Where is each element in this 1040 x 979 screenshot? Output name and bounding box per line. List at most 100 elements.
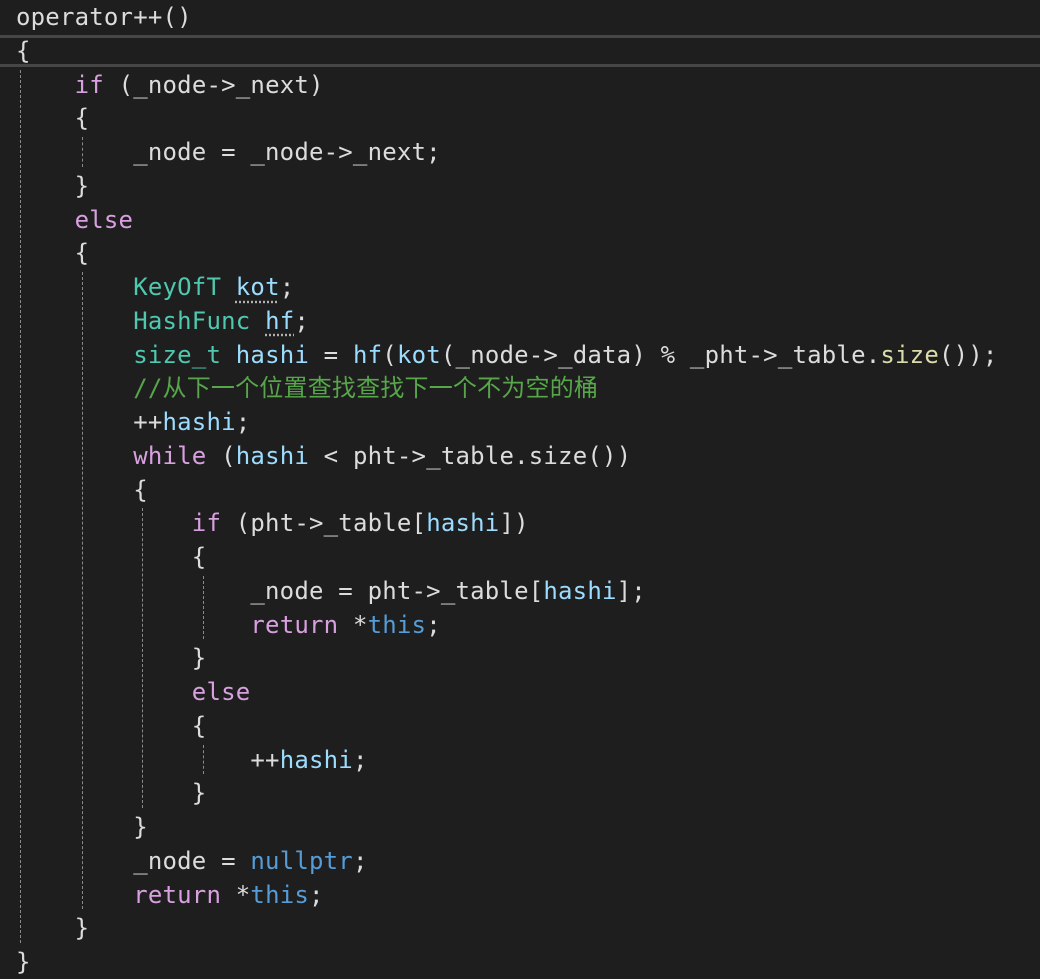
code-token: size_t (133, 340, 222, 369)
code-token: * (338, 610, 368, 639)
code-token: hashi (543, 576, 617, 605)
code-token: hashi (279, 745, 353, 774)
code-token: kot (235, 273, 280, 301)
code-token: ; (279, 273, 295, 301)
code-line[interactable]: } (16, 945, 31, 979)
code-token: hashi (235, 340, 310, 369)
code-token: ()); (938, 340, 998, 369)
code-token: = (309, 340, 353, 369)
code-token: return (250, 610, 339, 639)
code-line[interactable]: while (hashi < pht->_table.size()) (16, 439, 631, 473)
code-token: } (16, 644, 207, 673)
code-token: ]) (499, 509, 529, 538)
code-token: { (16, 36, 31, 65)
current-line-highlight (0, 35, 1040, 67)
code-token: ++ (16, 408, 163, 436)
code-token: } (16, 171, 90, 200)
code-line[interactable]: _node = _node->_next; (16, 135, 441, 169)
code-token: { (16, 475, 148, 504)
code-line[interactable]: { (16, 34, 31, 68)
code-token: ; (309, 880, 324, 909)
code-token: _node = _node->_next; (16, 138, 441, 166)
code-token: else (191, 678, 251, 706)
code-line[interactable]: { (16, 540, 206, 574)
code-line[interactable]: else (16, 203, 133, 237)
code-token: _node = (16, 846, 251, 875)
code-token: { (16, 239, 90, 268)
code-line[interactable]: return *this; (16, 878, 324, 912)
code-line[interactable]: { (16, 473, 148, 507)
code-token: hf (352, 340, 383, 369)
code-token: ( (382, 340, 397, 369)
code-editor[interactable]: operator++() { if (_node->_next) { _node … (0, 0, 1040, 976)
code-token: kot (396, 340, 441, 369)
code-line[interactable]: //从下一个位置查找查找下一个不为空的桶 (16, 371, 598, 405)
code-token: } (16, 779, 207, 808)
code-line[interactable]: if (_node->_next) (16, 68, 324, 102)
code-token: this (250, 880, 310, 909)
code-line[interactable]: ++hashi; (16, 405, 250, 439)
code-token: this (367, 610, 427, 639)
code-line[interactable]: return *this; (16, 608, 441, 642)
code-line[interactable]: } (16, 911, 89, 945)
code-token: else (74, 205, 134, 234)
code-token: hashi (162, 408, 236, 436)
code-token: (_node->_next) (103, 70, 324, 99)
code-line[interactable]: else (16, 675, 250, 709)
code-token: (_node->_data) % _pht->_table. (440, 340, 881, 369)
code-token: KeyOfT (133, 273, 222, 301)
code-line[interactable]: ++hashi; (16, 743, 368, 777)
code-line[interactable]: _node = nullptr; (16, 844, 368, 878)
code-token: ++ (16, 745, 280, 774)
code-line[interactable]: { (16, 709, 206, 743)
code-line[interactable]: { (16, 101, 89, 135)
code-token: { (16, 104, 90, 133)
code-line[interactable]: } (16, 776, 206, 810)
code-token: < pht->_table.size()) (309, 441, 632, 470)
code-token: _node = pht->_table[ (16, 576, 544, 605)
code-token: ; (235, 408, 251, 436)
code-token: hashi (235, 441, 310, 470)
code-line[interactable]: { (16, 236, 89, 270)
code-line[interactable]: _node = pht->_table[hashi]; (16, 574, 646, 608)
code-token: //从下一个位置查找查找下一个不为空的桶 (133, 374, 599, 403)
code-line[interactable]: if (pht->_table[hashi]) (16, 506, 529, 540)
code-line[interactable]: } (16, 169, 89, 203)
code-token: ( (206, 441, 236, 470)
code-token: hashi (426, 509, 500, 538)
code-token: return (133, 880, 222, 909)
code-line[interactable]: } (16, 641, 206, 675)
code-token: } (16, 914, 90, 943)
code-token: ; (294, 306, 310, 335)
code-token: operator++() (16, 3, 192, 31)
code-token: { (16, 543, 207, 571)
code-line[interactable]: size_t hashi = hf(kot(_node->_data) % _p… (16, 338, 998, 372)
code-token: while (133, 441, 207, 470)
code-token: } (16, 948, 31, 976)
code-token: ; (352, 846, 368, 875)
code-line[interactable]: } (16, 810, 148, 844)
code-line[interactable]: KeyOfT kot; (16, 270, 294, 304)
code-token: { (16, 711, 207, 740)
code-line[interactable]: operator++() (16, 0, 192, 34)
code-token: ]; (616, 576, 646, 605)
code-line[interactable]: HashFunc hf; (16, 304, 309, 338)
code-token: nullptr (250, 846, 353, 875)
code-token: if (74, 70, 104, 99)
code-token: ; (352, 745, 368, 774)
code-token: (pht->_table[ (221, 509, 427, 538)
